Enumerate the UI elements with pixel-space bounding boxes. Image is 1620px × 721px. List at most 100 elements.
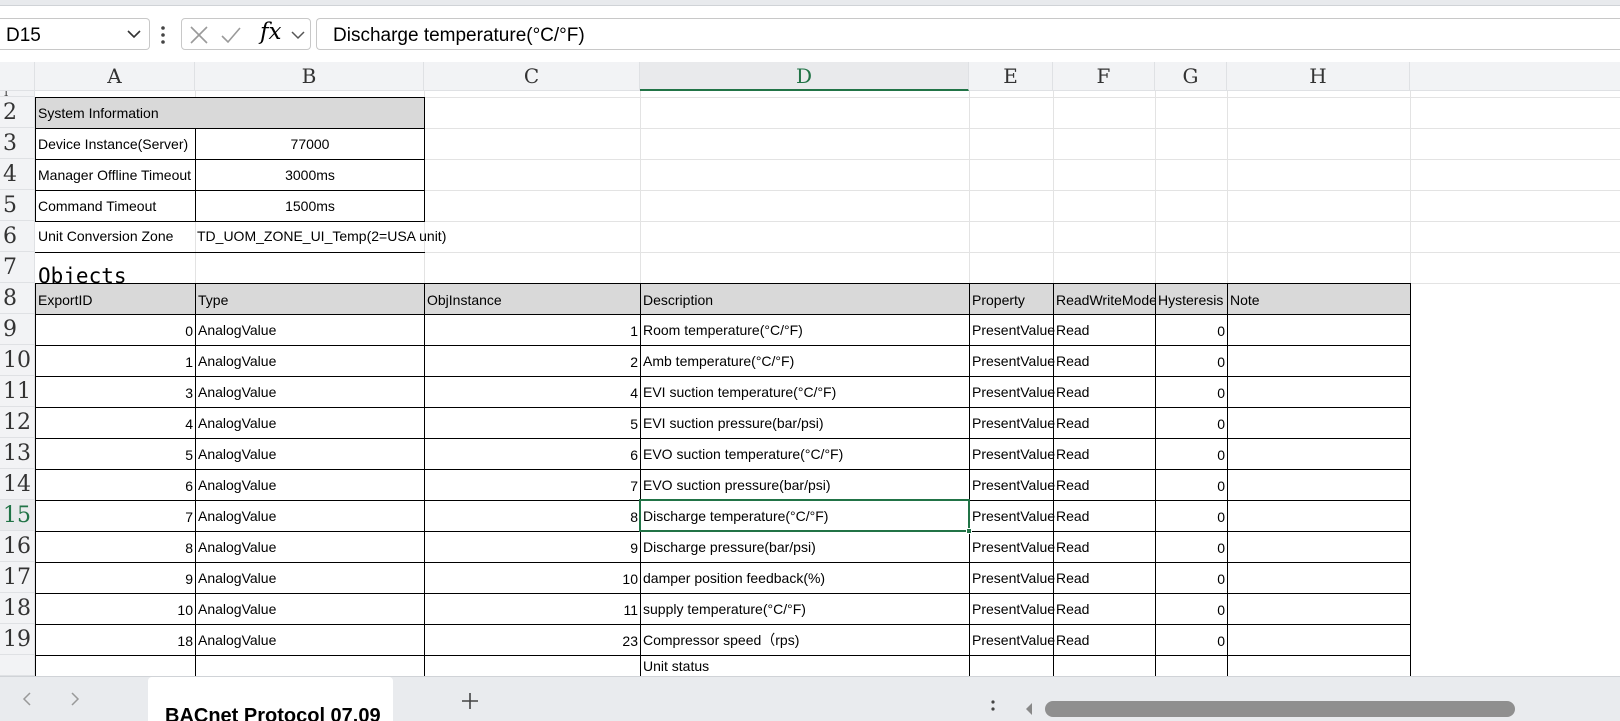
objects-header-cell[interactable]: Hysteresis xyxy=(1155,283,1228,315)
row-header-4[interactable]: 4 xyxy=(0,159,35,190)
table-cell[interactable] xyxy=(195,655,425,676)
table-cell[interactable]: damper position feedback(%) xyxy=(640,562,970,594)
info-label-cell[interactable]: Device Instance(Server) xyxy=(35,128,196,160)
table-cell[interactable] xyxy=(1227,345,1411,377)
info-value[interactable]: TD_UOM_ZONE_UI_Temp(2=USA unit) xyxy=(195,226,448,246)
table-cell[interactable]: PresentValue xyxy=(969,314,1055,346)
table-cell[interactable]: 18 xyxy=(35,624,196,656)
table-cell[interactable]: 4 xyxy=(424,376,641,408)
row-header-13[interactable]: 13 xyxy=(0,438,35,469)
table-cell[interactable]: 10 xyxy=(424,562,641,594)
sheet-tab-active[interactable]: BACnet Protocol 07.09 xyxy=(148,677,393,721)
chevron-left-icon[interactable] xyxy=(20,691,34,707)
fill-handle[interactable] xyxy=(966,528,972,534)
table-cell[interactable] xyxy=(1227,531,1411,563)
table-cell[interactable]: 5 xyxy=(35,438,196,470)
table-cell[interactable]: Discharge pressure(bar/psi) xyxy=(640,531,970,563)
column-header-a[interactable]: A xyxy=(35,62,195,91)
table-cell[interactable] xyxy=(1227,562,1411,594)
table-cell[interactable] xyxy=(424,655,641,676)
table-cell[interactable]: PresentValue xyxy=(969,407,1055,439)
table-cell[interactable]: Read xyxy=(1053,407,1156,439)
column-header-h[interactable]: H xyxy=(1227,62,1410,91)
row-header-16[interactable]: 16 xyxy=(0,531,35,562)
table-cell[interactable]: Amb temperature(°C/°F) xyxy=(640,345,970,377)
table-cell[interactable]: 0 xyxy=(1155,500,1228,532)
table-cell[interactable] xyxy=(1227,438,1411,470)
table-cell[interactable]: Read xyxy=(1053,314,1156,346)
info-label-cell[interactable]: Command Timeout xyxy=(35,190,196,222)
row-header-8[interactable]: 8 xyxy=(0,283,35,314)
table-cell[interactable]: 4 xyxy=(35,407,196,439)
table-cell[interactable]: Discharge temperature(°C/°F) xyxy=(640,500,970,532)
table-cell[interactable]: AnalogValue xyxy=(195,531,425,563)
table-cell[interactable]: PresentValue xyxy=(969,376,1055,408)
table-cell[interactable]: AnalogValue xyxy=(195,345,425,377)
table-cell[interactable]: 0 xyxy=(1155,314,1228,346)
table-cell[interactable]: 0 xyxy=(1155,345,1228,377)
row-header-15[interactable]: 15 xyxy=(0,500,35,531)
objects-header-cell[interactable]: Description xyxy=(640,283,970,315)
objects-header-cell[interactable]: ReadWriteMode xyxy=(1053,283,1157,315)
table-cell[interactable]: Read xyxy=(1053,438,1156,470)
table-cell[interactable]: 0 xyxy=(1155,438,1228,470)
info-label[interactable]: Unit Conversion Zone xyxy=(36,226,175,246)
system-info-header-cell[interactable]: System Information xyxy=(35,97,425,129)
info-value-cell[interactable]: 1500ms xyxy=(195,190,425,222)
table-cell[interactable]: AnalogValue xyxy=(195,500,425,532)
table-cell[interactable] xyxy=(1227,624,1411,656)
table-cell[interactable]: supply temperature(°C/°F) xyxy=(640,593,970,625)
row-header-19[interactable]: 19 xyxy=(0,624,35,655)
table-cell[interactable]: PresentValue xyxy=(969,531,1055,563)
table-cell[interactable]: 3 xyxy=(35,376,196,408)
table-cell[interactable]: Read xyxy=(1053,593,1156,625)
row-header-12[interactable]: 12 xyxy=(0,407,35,438)
table-cell[interactable]: 0 xyxy=(1155,376,1228,408)
table-cell[interactable] xyxy=(1053,655,1156,676)
table-cell[interactable]: Read xyxy=(1053,562,1156,594)
table-cell[interactable]: PresentValue xyxy=(969,500,1055,532)
table-cell[interactable]: Read xyxy=(1053,624,1156,656)
table-cell[interactable] xyxy=(1227,469,1411,501)
table-cell[interactable] xyxy=(1227,407,1411,439)
table-cell[interactable]: Read xyxy=(1053,469,1156,501)
table-cell[interactable]: Room temperature(°C/°F) xyxy=(640,314,970,346)
table-cell[interactable]: 2 xyxy=(424,345,641,377)
table-cell[interactable]: 0 xyxy=(1155,531,1228,563)
table-cell[interactable]: Compressor speed（rps) xyxy=(640,624,970,656)
table-cell[interactable]: EVI suction temperature(°C/°F) xyxy=(640,376,970,408)
table-cell[interactable]: AnalogValue xyxy=(195,407,425,439)
table-cell[interactable]: AnalogValue xyxy=(195,438,425,470)
table-cell[interactable]: Unit status xyxy=(640,655,970,676)
table-cell[interactable]: PresentValue xyxy=(969,624,1055,656)
column-header-c[interactable]: C xyxy=(424,62,640,91)
table-cell[interactable] xyxy=(1155,655,1228,676)
table-cell[interactable]: 0 xyxy=(1155,593,1228,625)
table-cell[interactable]: Read xyxy=(1053,376,1156,408)
objects-header-cell[interactable]: Property xyxy=(969,283,1054,315)
table-cell[interactable]: EVI suction pressure(bar/psi) xyxy=(640,407,970,439)
table-cell[interactable]: 1 xyxy=(35,345,196,377)
table-cell[interactable]: 0 xyxy=(35,314,196,346)
table-cell[interactable]: 0 xyxy=(1155,407,1228,439)
table-cell[interactable] xyxy=(35,655,196,676)
objects-header-cell[interactable]: Note xyxy=(1227,283,1411,315)
table-cell[interactable]: AnalogValue xyxy=(195,593,425,625)
table-cell[interactable]: PresentValue xyxy=(969,562,1055,594)
row-header-2[interactable]: 2 xyxy=(0,97,35,128)
chevron-right-icon[interactable] xyxy=(68,691,82,707)
table-cell[interactable]: AnalogValue xyxy=(195,624,425,656)
table-cell[interactable]: AnalogValue xyxy=(195,314,425,346)
table-cell[interactable]: AnalogValue xyxy=(195,562,425,594)
add-sheet-icon[interactable] xyxy=(460,691,480,711)
row-header-14[interactable]: 14 xyxy=(0,469,35,500)
table-cell[interactable] xyxy=(969,655,1054,676)
column-header-g[interactable]: G xyxy=(1155,62,1227,91)
table-cell[interactable]: 0 xyxy=(1155,469,1228,501)
table-cell[interactable]: 7 xyxy=(35,500,196,532)
row-header-10[interactable]: 10 xyxy=(0,345,35,376)
table-cell[interactable]: PresentValue xyxy=(969,438,1055,470)
table-cell[interactable]: 6 xyxy=(424,438,641,470)
table-cell[interactable]: 0 xyxy=(1155,624,1228,656)
table-cell[interactable] xyxy=(1227,500,1411,532)
